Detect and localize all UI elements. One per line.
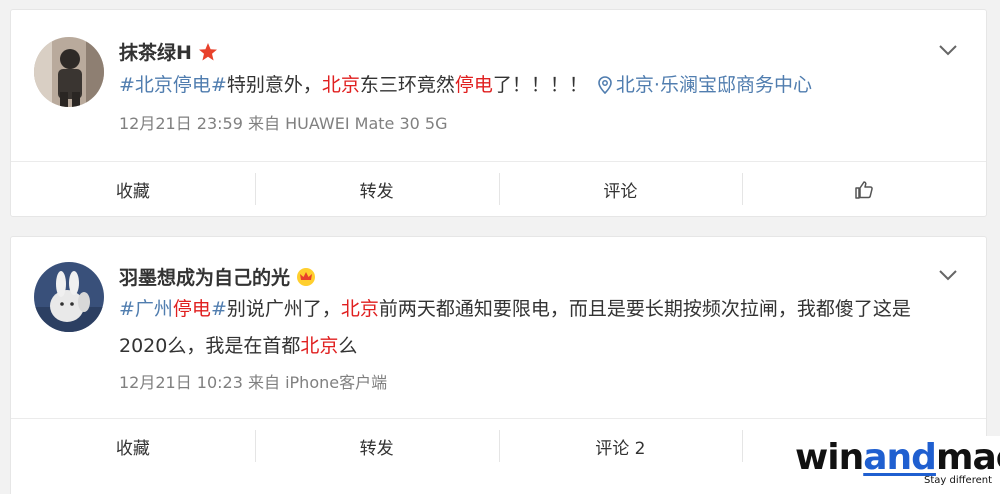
post-meta: 12月21日 10:23 来自 iPhone客户端 [119, 373, 388, 392]
star-badge-icon [198, 42, 218, 62]
post-content: #广州停电#别说广州了，北京前两天都通知要限电，而且是要长期按频次拉闸，我都傻了… [119, 298, 911, 357]
keyword-highlight: 停电 [454, 74, 493, 96]
topic-link[interactable]: #北京停电# [119, 74, 227, 96]
location-pin-icon [598, 76, 612, 95]
action-bar: 收藏 转发 评论 [11, 161, 986, 217]
user-avatar[interactable] [34, 262, 104, 332]
favorite-button[interactable]: 收藏 [11, 419, 255, 474]
post-meta: 12月21日 23:59 来自 HUAWEI Mate 30 5G [119, 114, 448, 133]
logo-wordmark: winandmac [795, 437, 1000, 478]
favorite-button[interactable]: 收藏 [11, 162, 255, 217]
username[interactable]: 羽墨想成为自己的光 [119, 263, 316, 290]
chevron-down-icon[interactable] [938, 42, 958, 56]
like-button[interactable] [742, 162, 986, 217]
post-content: #北京停电#特别意外，北京东三环竟然停电了！！！！ 北京·乐澜宝邸商务中心 [119, 74, 812, 96]
username[interactable]: 抹茶绿H [119, 38, 218, 65]
repost-button[interactable]: 转发 [254, 162, 499, 217]
topic-link[interactable]: #广州停电# [119, 298, 227, 320]
winandmac-watermark-logo: winandmac Stay different [788, 436, 1000, 494]
logo-tagline: Stay different [924, 475, 992, 486]
keyword-highlight: 北京 [300, 335, 339, 357]
crown-badge-icon [296, 267, 316, 287]
comment-button[interactable]: 评论 2 [498, 419, 743, 474]
user-avatar[interactable] [34, 37, 104, 107]
keyword-highlight: 北京 [340, 298, 379, 320]
keyword-highlight: 北京 [321, 74, 360, 96]
chevron-down-icon[interactable] [938, 267, 958, 281]
weibo-post-1: 抹茶绿H #北京停电#特别意外，北京东三环竟然停电了！！！！ 北京·乐澜宝邸商务中… [10, 9, 987, 217]
repost-button[interactable]: 转发 [254, 419, 499, 474]
location-link[interactable]: 北京·乐澜宝邸商务中心 [588, 74, 812, 96]
thumbs-up-icon [855, 180, 873, 199]
comment-button[interactable]: 评论 [498, 162, 743, 217]
